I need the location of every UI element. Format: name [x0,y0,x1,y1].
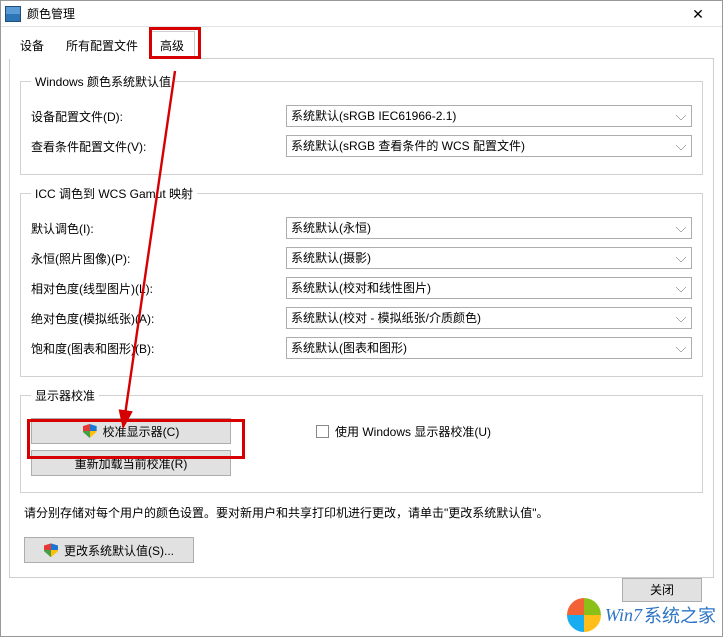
label-default-rendering: 默认调色(I): [31,220,286,237]
select-default-rendering[interactable]: 系统默认(永恒) [286,217,692,239]
select-saturation[interactable]: 系统默认(图表和图形) [286,337,692,359]
watermark: Win7 系统之家 [567,598,716,632]
select-absolute[interactable]: 系统默认(校对 - 模拟纸张/介质颜色) [286,307,692,329]
window-title: 颜色管理 [27,5,678,22]
change-system-defaults-button[interactable]: 更改系统默认值(S)... [24,537,194,563]
group-icc-gamut: ICC 调色到 WCS Gamut 映射 默认调色(I): 系统默认(永恒) 永… [20,185,703,377]
group-display-calibration-legend: 显示器校准 [31,387,99,404]
tab-bar: 设备 所有配置文件 高级 [9,31,714,59]
group-icc-gamut-legend: ICC 调色到 WCS Gamut 映射 [31,185,197,202]
tab-device[interactable]: 设备 [9,31,55,59]
use-windows-calibration-checkbox[interactable] [316,425,329,438]
group-windows-defaults: Windows 颜色系统默认值 设备配置文件(D): 系统默认(sRGB IEC… [20,73,703,175]
shield-icon [44,543,58,557]
label-relative: 相对色度(线型图片)(L): [31,280,286,297]
note-text: 请分别存储对每个用户的颜色设置。要对新用户和共享打印机进行更改，请单击"更改系统… [24,503,699,523]
label-saturation: 饱和度(图表和图形)(B): [31,340,286,357]
label-view-profile: 查看条件配置文件(V): [31,138,286,155]
use-windows-calibration-label: 使用 Windows 显示器校准(U) [335,423,491,440]
select-perceptual[interactable]: 系统默认(摄影) [286,247,692,269]
annotation-box-calibrate [27,419,245,459]
group-display-calibration: 显示器校准 校准显示器(C) 使用 Windows 显示器校准(U) [20,387,703,493]
select-device-profile[interactable]: 系统默认(sRGB IEC61966-2.1) [286,105,692,127]
tab-profiles[interactable]: 所有配置文件 [55,31,149,59]
annotation-box-tab [149,27,201,59]
label-perceptual: 永恒(照片图像)(P): [31,250,286,267]
group-windows-defaults-legend: Windows 颜色系统默认值 [31,73,175,90]
app-icon [5,6,21,22]
select-relative[interactable]: 系统默认(校对和线性图片) [286,277,692,299]
label-device-profile: 设备配置文件(D): [31,108,286,125]
windows-logo-icon [567,598,601,632]
select-view-profile[interactable]: 系统默认(sRGB 查看条件的 WCS 配置文件) [286,135,692,157]
label-absolute: 绝对色度(模拟纸张)(A): [31,310,286,327]
window-close-button[interactable]: ✕ [678,2,718,26]
